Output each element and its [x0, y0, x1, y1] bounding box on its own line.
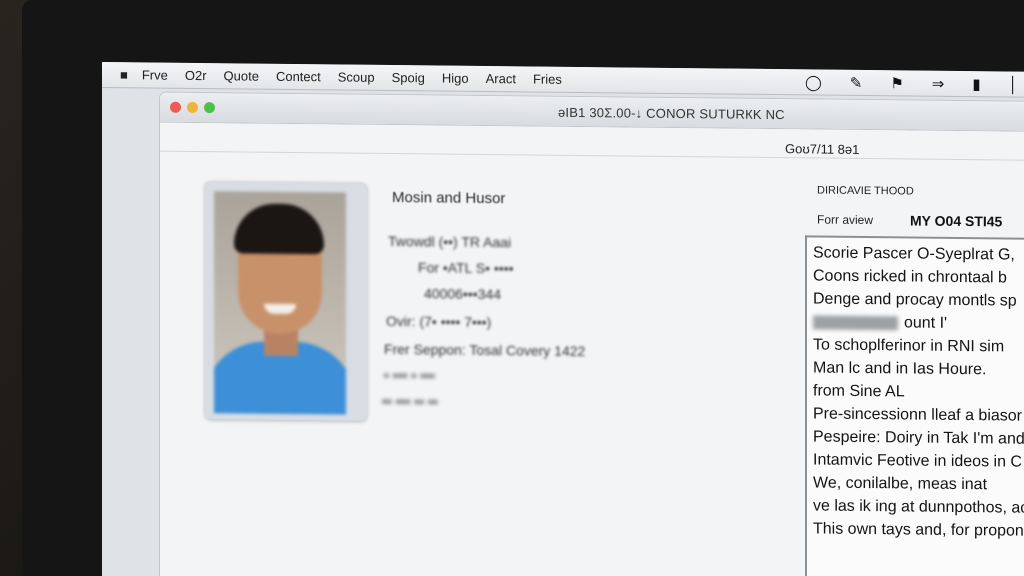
text-line: ve las ik ing at dunnpothos, acc [813, 497, 1024, 517]
window-titlebar[interactable]: ǝΙΒ1 30Σ.00-↓ CONOR SUTURКK NC [160, 92, 1024, 133]
apple-icon[interactable]: ■ [120, 67, 128, 82]
text-fragment: ount I' [904, 314, 948, 332]
text-line-redacted: ount I' [813, 310, 1024, 336]
menu-item-6[interactable]: Spoig [392, 70, 425, 85]
detail-line: • ••• • ••• [384, 366, 435, 384]
profile-photo-card [205, 181, 367, 421]
menu-extra-icon[interactable]: │ [1009, 76, 1018, 93]
text-line: Scorie Pascer O-Syeplrat G, [813, 244, 1015, 264]
menu-item-file[interactable]: Frve [142, 67, 168, 82]
detail-line: Frer Seppon: Tosal Covery 1422 [384, 340, 586, 360]
text-area[interactable]: Scorie Pascer O-Syeplrat G, Coons ricked… [805, 235, 1024, 576]
menu-item-9[interactable]: Fries [533, 72, 562, 87]
text-line: This own tays and, for propon [813, 520, 1024, 540]
profile-details: Mosin and Husor Twowdl (••) TR Aaai For … [380, 189, 585, 409]
text-line: Coons ricked in chrontaal b [813, 267, 1007, 287]
text-line: Pre-sincessionn lleaf a biasor [813, 405, 1022, 425]
detail-line: Twowdl (••) TR Aaai [388, 232, 512, 251]
menu-item-5[interactable]: Scoup [338, 69, 375, 84]
side-header: DIRICAVIE THOOD [817, 184, 914, 198]
text-line: To schoplferinor in RNI sim [813, 336, 1005, 356]
detail-line: For •ATL S• •••• [418, 259, 514, 277]
side-subheader-value: MY O04 STI45 [910, 212, 1003, 230]
minimize-icon[interactable] [187, 101, 198, 114]
menu-item-8[interactable]: Aract [486, 71, 516, 86]
menu-item-4[interactable]: Contect [276, 69, 321, 84]
text-line: We, conilalbe, meas inat [813, 474, 988, 494]
text-line: Intamvic Feotive in ideos in C [813, 451, 1022, 471]
monitor-bezel: ■ Frve O2r Quote Contect Scoup Spoig Hig… [22, 0, 1024, 576]
menu-item-7[interactable]: Higo [442, 71, 469, 86]
detail-line: Ovir: (7• •••• 7•••) [386, 312, 492, 331]
text-line: from Sine AL [813, 382, 905, 401]
redacted-block [813, 315, 898, 331]
window-title: ǝΙΒ1 30Σ.00-↓ CONOR SUTURКK NC [558, 104, 785, 123]
battery-icon[interactable]: ▮ [972, 75, 980, 93]
menu-bar-status: ◯ ✎ ⚑ ⇒ ▮ │ [805, 69, 1024, 98]
side-subheader-label: Forr aview [817, 212, 874, 228]
document-window: ǝΙΒ1 30Σ.00-↓ CONOR SUTURКK NC Goʊ7/11 8… [160, 92, 1024, 576]
zoom-icon[interactable] [204, 102, 215, 114]
arrows-icon[interactable]: ⇒ [932, 75, 945, 93]
text-line: Pespeire: Doiry in Tak I'm and [813, 428, 1024, 448]
text-line: Denge and procay montls sp [813, 290, 1017, 310]
edit-icon[interactable]: ✎ [850, 74, 863, 92]
menu-item-2[interactable]: O2r [185, 68, 207, 83]
menu-item-3[interactable]: Quote [224, 68, 259, 83]
close-icon[interactable] [170, 101, 181, 113]
detail-line: 40006•••344 [424, 285, 501, 303]
profile-name: Mosin and Husor [392, 189, 506, 208]
flag-icon[interactable]: ⚑ [890, 74, 903, 92]
window-controls [170, 101, 221, 114]
record-icon[interactable]: ◯ [805, 73, 822, 91]
text-line: Man lc and in Ias Houre. [813, 359, 987, 379]
document-id: Goʊ7/11 8ǝ1 [785, 141, 860, 157]
profile-photo [214, 191, 346, 415]
screen: ■ Frve O2r Quote Contect Scoup Spoig Hig… [102, 62, 1024, 576]
divider [160, 150, 1024, 162]
detail-line: •• ••• •• •• [382, 392, 438, 410]
